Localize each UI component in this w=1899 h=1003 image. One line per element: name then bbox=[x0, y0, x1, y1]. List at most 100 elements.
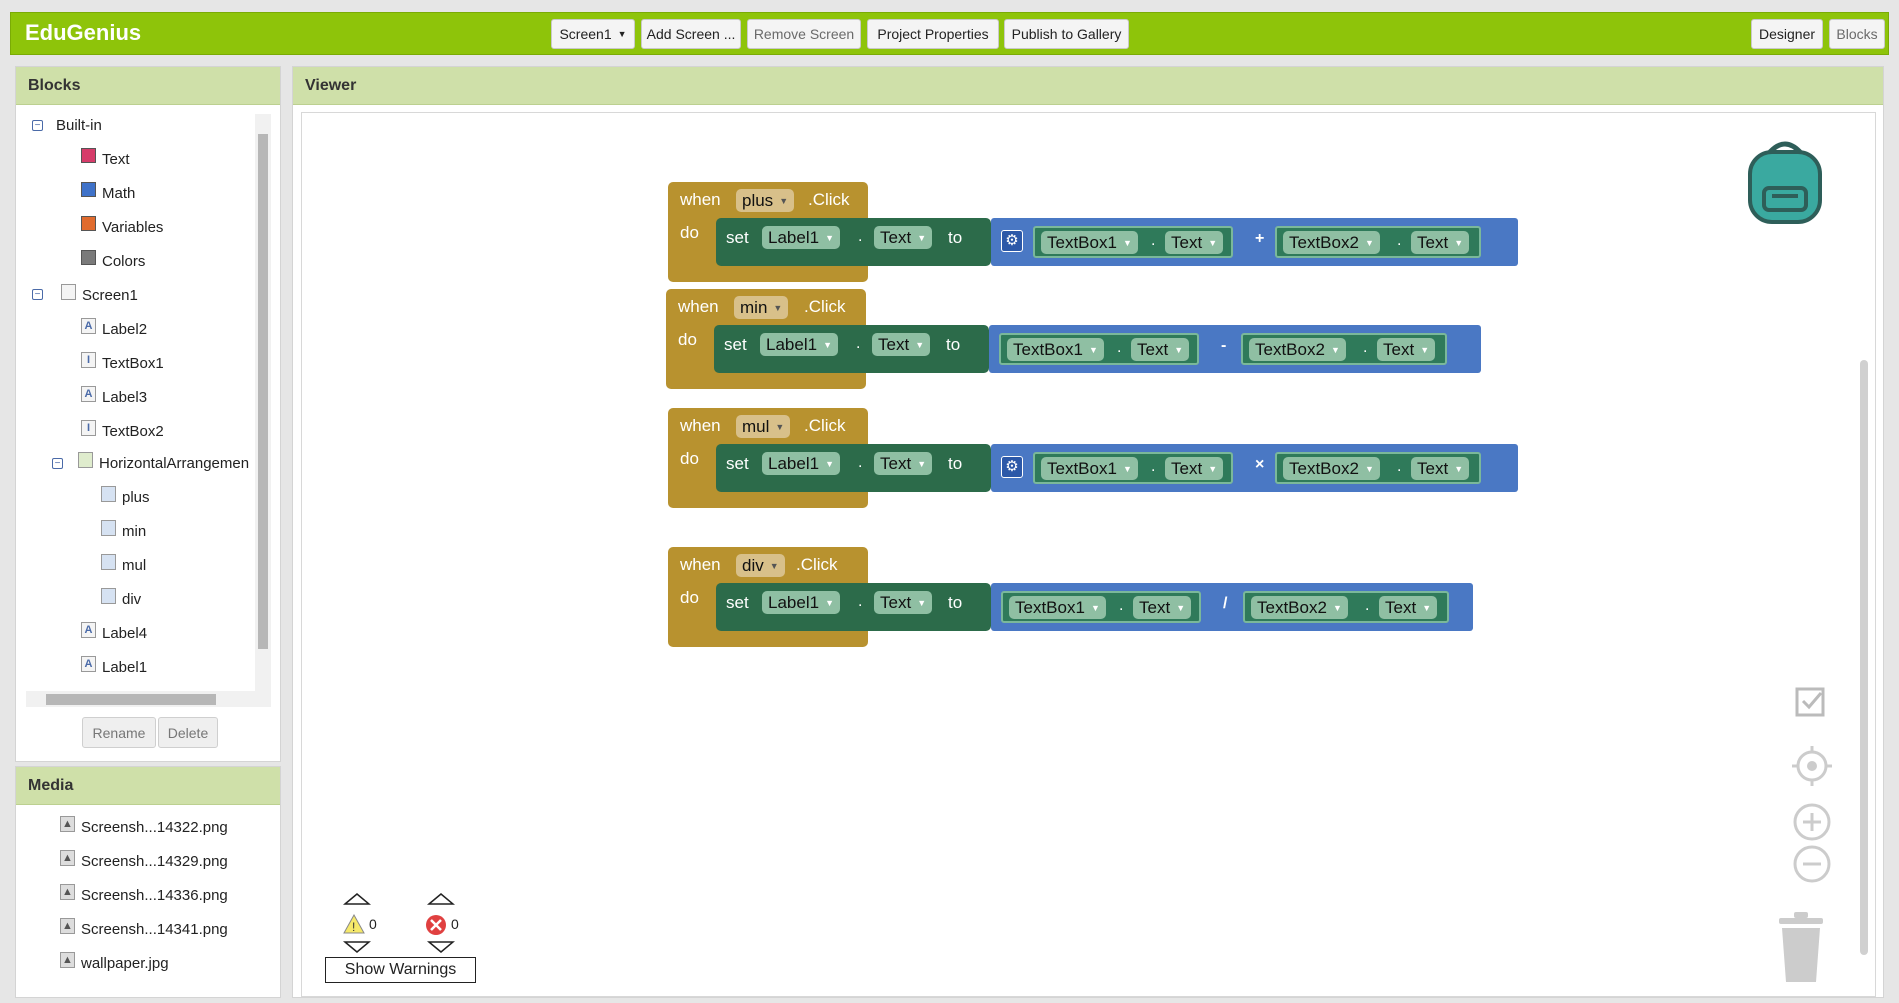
textbox-getter-block[interactable]: TextBox1 ▼. Text ▼ bbox=[1001, 591, 1201, 623]
tree-colors[interactable]: Colors bbox=[81, 250, 145, 270]
tree-textbox1[interactable]: I TextBox1 bbox=[81, 351, 164, 372]
mutator-gear-icon[interactable]: ⚙ bbox=[1001, 456, 1023, 478]
collapse-icon[interactable]: − bbox=[32, 120, 43, 131]
tree-textbox2[interactable]: I TextBox2 bbox=[81, 419, 164, 440]
tree-label4[interactable]: A Label4 bbox=[81, 621, 147, 642]
getter-component-dropdown[interactable]: TextBox2 ▼ bbox=[1283, 457, 1380, 480]
tree-math[interactable]: Math bbox=[81, 182, 135, 202]
getter-property-dropdown[interactable]: Text ▼ bbox=[1379, 596, 1438, 619]
media-item[interactable]: ▲ Screensh...14322.png bbox=[60, 815, 228, 836]
snapshot-icon[interactable] bbox=[1794, 686, 1830, 722]
show-warnings-button[interactable]: Show Warnings bbox=[325, 957, 476, 983]
media-item[interactable]: ▲ wallpaper.jpg bbox=[60, 951, 169, 972]
zoom-in-icon[interactable] bbox=[1792, 802, 1832, 842]
target-component-dropdown[interactable]: Label1 ▼ bbox=[762, 591, 840, 614]
getter-component-dropdown[interactable]: TextBox2 ▼ bbox=[1251, 596, 1348, 619]
textbox-getter-block[interactable]: TextBox2 ▼. Text ▼ bbox=[1275, 226, 1481, 258]
rename-button[interactable]: Rename bbox=[82, 717, 156, 748]
math-operation-block[interactable]: TextBox1 ▼. Text ▼ / TextBox2 ▼. Text ▼ bbox=[991, 583, 1473, 631]
target-component-dropdown[interactable]: Label1 ▼ bbox=[762, 226, 840, 249]
tree-scrollbar-horizontal[interactable] bbox=[26, 691, 271, 707]
scroll-thumb[interactable] bbox=[46, 694, 216, 705]
component-dropdown[interactable]: mul ▼ bbox=[736, 415, 791, 438]
component-dropdown[interactable]: plus ▼ bbox=[736, 189, 795, 212]
set-block[interactable]: set Label1 ▼. Text ▼ to bbox=[716, 444, 991, 492]
tree-label1[interactable]: A Label1 bbox=[81, 655, 147, 676]
target-property-dropdown[interactable]: Text ▼ bbox=[872, 333, 931, 356]
tree-screen1[interactable]: Screen1 bbox=[61, 283, 138, 304]
tree-div[interactable]: div bbox=[101, 587, 141, 608]
media-item[interactable]: ▲ Screensh...14336.png bbox=[60, 883, 228, 904]
target-component-dropdown[interactable]: Label1 ▼ bbox=[762, 452, 840, 475]
tree-mul[interactable]: mul bbox=[101, 553, 146, 574]
warning-next-icon[interactable] bbox=[343, 940, 371, 954]
getter-component-dropdown[interactable]: TextBox1 ▼ bbox=[1007, 338, 1104, 361]
math-operation-block[interactable]: ⚙ TextBox1 ▼. Text ▼ + TextBox2 ▼. Text ▼ bbox=[991, 218, 1518, 266]
mutator-gear-icon[interactable]: ⚙ bbox=[1001, 230, 1023, 252]
getter-property-dropdown[interactable]: Text ▼ bbox=[1133, 596, 1192, 619]
component-dropdown[interactable]: min ▼ bbox=[734, 296, 789, 319]
target-component-dropdown[interactable]: Label1 ▼ bbox=[760, 333, 838, 356]
set-block[interactable]: set Label1 ▼. Text ▼ to bbox=[716, 583, 991, 631]
getter-property-dropdown[interactable]: Text ▼ bbox=[1411, 457, 1470, 480]
math-operation-block[interactable]: TextBox1 ▼. Text ▼ - TextBox2 ▼. Text ▼ bbox=[989, 325, 1481, 373]
trash-icon[interactable] bbox=[1774, 910, 1828, 986]
getter-property-dropdown[interactable]: Text ▼ bbox=[1131, 338, 1190, 361]
getter-component-dropdown[interactable]: TextBox1 ▼ bbox=[1041, 457, 1138, 480]
tree-scrollbar-vertical[interactable] bbox=[255, 114, 271, 694]
textbox-getter-block[interactable]: TextBox1 ▼. Text ▼ bbox=[1033, 226, 1233, 258]
warning-prev-icon[interactable] bbox=[343, 892, 371, 906]
scroll-thumb[interactable] bbox=[258, 134, 268, 649]
target-property-dropdown[interactable]: Text ▼ bbox=[874, 226, 933, 249]
tree-builtin[interactable]: Built-in bbox=[56, 117, 102, 134]
tree-horizontal-arrangement[interactable]: HorizontalArrangemen bbox=[78, 451, 249, 472]
workspace-scrollbar[interactable] bbox=[1858, 360, 1870, 955]
delete-button[interactable]: Delete bbox=[158, 717, 218, 748]
designer-button[interactable]: Designer bbox=[1751, 19, 1823, 49]
zoom-out-icon[interactable] bbox=[1792, 844, 1832, 884]
target-property-dropdown[interactable]: Text ▼ bbox=[874, 452, 933, 475]
tree-label3[interactable]: A Label3 bbox=[81, 385, 147, 406]
getter-component-dropdown[interactable]: TextBox1 ▼ bbox=[1041, 231, 1138, 254]
publish-to-gallery-button[interactable]: Publish to Gallery bbox=[1004, 19, 1129, 49]
getter-component-dropdown[interactable]: TextBox1 ▼ bbox=[1009, 596, 1106, 619]
getter-component-dropdown[interactable]: TextBox2 ▼ bbox=[1249, 338, 1346, 361]
event-block[interactable]: when min ▼ .Click do set Label1 ▼. Text ▼ to TextBo… bbox=[666, 289, 1481, 399]
tree-text[interactable]: Text bbox=[81, 148, 130, 168]
getter-property-dropdown[interactable]: Text ▼ bbox=[1411, 231, 1470, 254]
tree-min[interactable]: min bbox=[101, 519, 146, 540]
scroll-thumb[interactable] bbox=[1860, 360, 1868, 955]
getter-property-dropdown[interactable]: Text ▼ bbox=[1165, 457, 1224, 480]
blocks-button[interactable]: Blocks bbox=[1829, 19, 1885, 49]
collapse-icon[interactable]: − bbox=[32, 289, 43, 300]
collapse-icon[interactable]: − bbox=[52, 458, 63, 469]
tree-label2[interactable]: A Label2 bbox=[81, 317, 147, 338]
tree-plus[interactable]: plus bbox=[101, 485, 150, 506]
backpack-icon[interactable] bbox=[1742, 138, 1828, 228]
media-item[interactable]: ▲ Screensh...14329.png bbox=[60, 849, 228, 870]
getter-property-dropdown[interactable]: Text ▼ bbox=[1377, 338, 1436, 361]
getter-component-dropdown[interactable]: TextBox2 ▼ bbox=[1283, 231, 1380, 254]
target-property-dropdown[interactable]: Text ▼ bbox=[874, 591, 933, 614]
textbox-getter-block[interactable]: TextBox1 ▼. Text ▼ bbox=[1033, 452, 1233, 484]
set-block[interactable]: set Label1 ▼. Text ▼ to bbox=[714, 325, 989, 373]
event-block[interactable]: when plus ▼ .Click do set Label1 ▼. Text ▼ to ⚙ Text… bbox=[668, 182, 1518, 292]
textbox-getter-block[interactable]: TextBox2 ▼. Text ▼ bbox=[1275, 452, 1481, 484]
error-prev-icon[interactable] bbox=[427, 892, 455, 906]
add-screen-button[interactable]: Add Screen ... bbox=[641, 19, 741, 49]
recenter-icon[interactable] bbox=[1792, 746, 1832, 786]
getter-property-dropdown[interactable]: Text ▼ bbox=[1165, 231, 1224, 254]
textbox-getter-block[interactable]: TextBox2 ▼. Text ▼ bbox=[1243, 591, 1449, 623]
remove-screen-button[interactable]: Remove Screen bbox=[747, 19, 861, 49]
set-block[interactable]: set Label1 ▼. Text ▼ to bbox=[716, 218, 991, 266]
screen-select[interactable]: Screen1 ▼ bbox=[551, 19, 635, 49]
media-item[interactable]: ▲ Screensh...14341.png bbox=[60, 917, 228, 938]
project-properties-button[interactable]: Project Properties bbox=[867, 19, 999, 49]
tree-variables[interactable]: Variables bbox=[81, 216, 163, 236]
event-block[interactable]: when div ▼ .Click do set Label1 ▼. Text ▼ to TextBo… bbox=[668, 547, 1473, 657]
math-operation-block[interactable]: ⚙ TextBox1 ▼. Text ▼ × TextBox2 ▼. Text ▼ bbox=[991, 444, 1518, 492]
error-next-icon[interactable] bbox=[427, 940, 455, 954]
textbox-getter-block[interactable]: TextBox1 ▼. Text ▼ bbox=[999, 333, 1199, 365]
textbox-getter-block[interactable]: TextBox2 ▼. Text ▼ bbox=[1241, 333, 1447, 365]
event-block[interactable]: when mul ▼ .Click do set Label1 ▼. Text ▼ to ⚙ TextB… bbox=[668, 408, 1518, 518]
